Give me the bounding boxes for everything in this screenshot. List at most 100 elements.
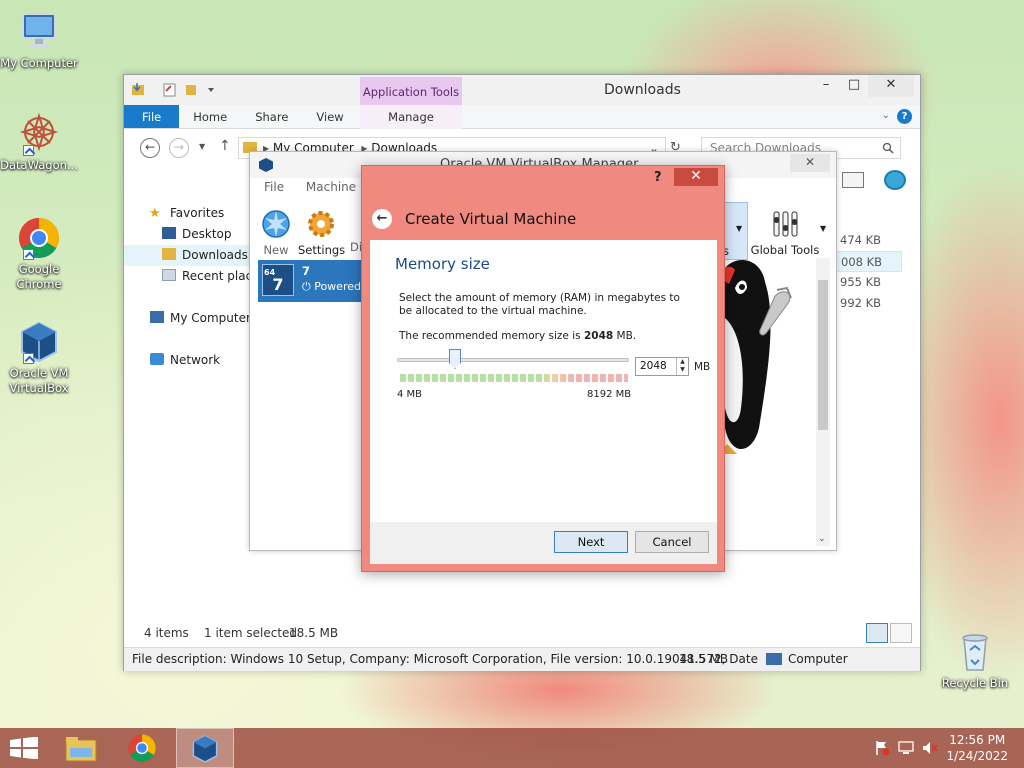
nav-downloads[interactable]: Downloads: [124, 245, 252, 266]
desktop-icon-label: Google Chrome: [16, 262, 62, 291]
windows-7-os-icon: 64 7: [262, 264, 294, 296]
virtualbox-icon: [259, 158, 273, 172]
file-size-detail: 18.5 MB: [679, 652, 729, 666]
preview-pane-icon[interactable]: [842, 172, 864, 188]
gear-icon: [308, 211, 334, 237]
minimize-button[interactable]: –: [812, 75, 840, 97]
desktop-icon-label: Recycle Bin: [941, 676, 1009, 690]
forward-button[interactable]: →: [169, 138, 189, 158]
details-scrollbar[interactable]: ⌄: [816, 258, 830, 546]
file-size: 474 KB: [840, 233, 882, 247]
nav-desktop[interactable]: Desktop: [124, 224, 252, 245]
search-icon: [882, 142, 894, 154]
vm-name: 7: [302, 264, 311, 278]
maximize-button[interactable]: □: [840, 75, 868, 97]
computer-icon: [766, 653, 782, 665]
shortcut-arrow-icon: [23, 249, 34, 260]
back-arrow-icon[interactable]: ←: [372, 209, 392, 229]
action-center-flag-icon[interactable]: [874, 740, 890, 756]
memory-slider-track[interactable]: [397, 358, 629, 362]
next-button[interactable]: Next: [554, 531, 628, 553]
clock-time: 12:56 PM: [949, 733, 1006, 747]
large-icons-view-icon[interactable]: [890, 623, 912, 643]
star-icon: ★: [149, 206, 161, 221]
system-clock[interactable]: 12:56 PM 1/24/2022: [946, 732, 1008, 764]
nav-network[interactable]: Network: [124, 350, 252, 371]
spinbox-arrows-icon[interactable]: ▲ ▼: [676, 358, 688, 375]
internet-icon[interactable]: [884, 170, 906, 190]
vm-list-item[interactable]: 64 7 7 ⏻ Powered: [258, 260, 362, 302]
ribbon-tabs: File Home Share View Manage ⌄ ?: [124, 105, 920, 129]
datawagon-icon: [17, 112, 61, 156]
back-button[interactable]: ←: [140, 138, 160, 158]
nav-my-computer[interactable]: My Computer: [124, 308, 252, 329]
start-icon[interactable]: [10, 737, 38, 759]
file-size: 955 KB: [840, 275, 882, 289]
taskbar-virtualbox[interactable]: [176, 728, 234, 768]
vm-state: ⏻ Powered: [302, 280, 361, 293]
recommended-memory-text: The recommended memory size is 2048 MB.: [399, 330, 637, 342]
dialog-close-button[interactable]: ✕: [674, 168, 718, 186]
global-tools-button[interactable]: Global Tools: [750, 208, 820, 257]
scroll-down-icon[interactable]: ⌄: [818, 534, 826, 544]
taskbar: 12:56 PM 1/24/2022: [0, 728, 1024, 768]
new-vm-button[interactable]: New: [258, 208, 294, 257]
memory-unit-label: MB: [694, 361, 711, 373]
memory-size-spinbox[interactable]: 2048 ▲ ▼: [635, 357, 689, 376]
tab-share[interactable]: Share: [241, 105, 302, 128]
tab-view[interactable]: View: [302, 105, 357, 128]
explorer-titlebar[interactable]: Application Tools Downloads – □ ✕: [124, 75, 920, 105]
up-button[interactable]: ↑: [219, 138, 231, 154]
network-status-icon[interactable]: [898, 740, 914, 756]
dialog-help-button[interactable]: ?: [654, 170, 662, 185]
recent-places-icon: [162, 269, 176, 281]
cancel-button[interactable]: Cancel: [635, 531, 709, 553]
shortcut-arrow-icon: [23, 145, 34, 156]
tab-manage[interactable]: Manage: [360, 105, 462, 129]
tools-dropdown-icon[interactable]: ▼: [736, 224, 742, 233]
file-size: 008 KB: [836, 251, 902, 272]
close-button[interactable]: ✕: [868, 75, 914, 97]
global-tools-dropdown-icon[interactable]: ▼: [820, 224, 826, 233]
memory-description: Select the amount of memory (RAM) in meg…: [399, 292, 680, 317]
desktop-icon-my-computer[interactable]: My Computer: [0, 10, 79, 71]
recent-locations-icon[interactable]: ▼: [199, 142, 205, 151]
desktop-icon-google-chrome[interactable]: Google Chrome: [0, 216, 79, 292]
menu-file[interactable]: File: [264, 180, 284, 194]
file-explorer-icon: [65, 737, 97, 762]
help-icon[interactable]: ?: [897, 109, 912, 124]
desktop-icon-label: My Computer: [0, 56, 78, 70]
virtualbox-close-button[interactable]: ✕: [790, 154, 830, 172]
desktop-icon-datawagon[interactable]: DataWagon...: [0, 112, 79, 173]
nav-favorites[interactable]: ★ Favorites: [124, 203, 252, 224]
nav-recent-places[interactable]: Recent place: [124, 266, 260, 287]
network-icon: [150, 353, 164, 365]
tux-mascot-image: [717, 259, 792, 454]
computer-icon: [150, 311, 164, 323]
menu-machine[interactable]: Machine: [306, 180, 356, 194]
settings-button[interactable]: Settings: [298, 208, 345, 257]
desktop-icon-label: DataWagon...: [0, 158, 78, 172]
volume-muted-icon[interactable]: [922, 740, 938, 756]
tab-file[interactable]: File: [124, 105, 180, 128]
file-size: 992 KB: [840, 296, 882, 310]
window-title: Downloads: [604, 82, 681, 98]
dialog-footer: Next Cancel: [370, 522, 717, 564]
scrollbar-thumb[interactable]: [818, 280, 828, 430]
quick-access-toolbar-icon[interactable]: [130, 82, 220, 98]
desktop-folder-icon: [162, 227, 176, 239]
tab-home[interactable]: Home: [179, 105, 241, 128]
memory-slider-handle[interactable]: [449, 349, 461, 369]
status-bar: 4 items 1 item selected 18.5 MB: [124, 623, 920, 645]
details-view-icon[interactable]: [866, 623, 888, 643]
taskbar-file-explorer[interactable]: [52, 728, 110, 768]
ribbon-expand-icon[interactable]: ⌄: [882, 110, 890, 121]
desktop-icon-recycle-bin[interactable]: Recycle Bin: [935, 630, 1015, 691]
desktop-icon-virtualbox[interactable]: Oracle VM VirtualBox: [0, 320, 79, 396]
slider-min-label: 4 MB: [397, 389, 423, 400]
desktop-icon-label: Oracle VM VirtualBox: [9, 366, 69, 395]
virtualbox-icon: [192, 735, 218, 763]
taskbar-chrome[interactable]: [114, 728, 172, 768]
item-count: 4 items: [144, 626, 189, 640]
memory-size-value[interactable]: 2048: [640, 360, 667, 372]
